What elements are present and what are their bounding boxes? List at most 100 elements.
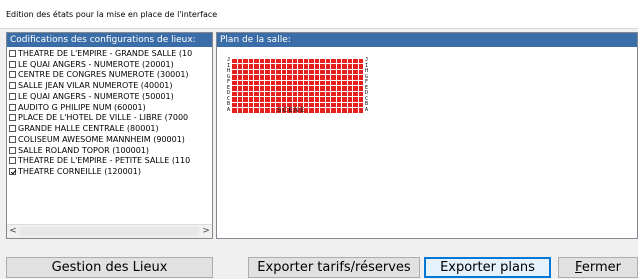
venue-config-header: Codifications des configurations de lieu…	[7, 33, 212, 47]
checkbox[interactable]	[9, 82, 16, 89]
seat	[281, 97, 286, 102]
seat	[303, 58, 308, 63]
close-button[interactable]: Fermer	[558, 257, 638, 278]
seat	[309, 108, 314, 113]
seat	[303, 86, 308, 91]
export-rates-button[interactable]: Exporter tarifs/réserves	[248, 257, 420, 278]
seat	[336, 91, 341, 96]
seat	[314, 58, 319, 63]
list-item[interactable]: AUDITO G PHILIPE NUM (60001)	[7, 103, 212, 113]
checkbox[interactable]	[9, 103, 16, 111]
seat	[232, 69, 237, 74]
checkbox[interactable]	[9, 49, 16, 57]
list-item-label: AUDITO G PHILIPE NUM (60001)	[18, 102, 146, 112]
seat	[248, 91, 253, 96]
seat	[342, 58, 347, 63]
scroll-right-icon[interactable]: >	[200, 225, 212, 238]
checkbox[interactable]	[9, 60, 16, 68]
seat	[287, 58, 292, 63]
seat	[353, 97, 358, 102]
seat	[347, 75, 352, 80]
seat	[358, 64, 363, 69]
seat	[292, 75, 297, 80]
scrollbar-track[interactable]	[20, 227, 199, 236]
seat	[259, 108, 264, 113]
checkbox[interactable]	[9, 92, 16, 100]
seat	[237, 64, 242, 69]
manage-venues-button[interactable]: Gestion des Lieux	[6, 257, 213, 278]
seat	[265, 102, 270, 107]
list-item[interactable]: COLISEUM AWESOME MANNHEIM (90001)	[7, 135, 212, 145]
list-item[interactable]: PLACE DE L'HOTEL DE VILLE - LIBRE (7000	[7, 113, 212, 123]
list-item[interactable]: LE QUAI ANGERS - NUMEROTE (50001)	[7, 92, 212, 102]
horizontal-scrollbar[interactable]: < >	[7, 224, 212, 238]
seat	[331, 108, 336, 113]
list-item[interactable]: SALLE JEAN VILAR NUMEROTE (40001)	[7, 81, 212, 91]
seat	[254, 86, 259, 91]
venue-config-list[interactable]: THEATRE DE L'EMPIRE - GRANDE SALLE (10 LE…	[7, 48, 212, 224]
scroll-left-icon[interactable]: <	[7, 225, 19, 238]
seat	[325, 80, 330, 85]
seat	[353, 102, 358, 107]
checkbox[interactable]	[9, 157, 16, 165]
seat	[276, 91, 281, 96]
seat	[254, 58, 259, 63]
seat	[298, 58, 303, 63]
seat	[292, 91, 297, 96]
seat	[281, 69, 286, 74]
seat	[292, 80, 297, 85]
seat	[336, 58, 341, 63]
seat	[358, 80, 363, 85]
seat	[314, 75, 319, 80]
seat	[309, 58, 314, 63]
seat	[342, 91, 347, 96]
list-item[interactable]: GRANDE HALLE CENTRALE (80001)	[7, 124, 212, 134]
seat	[336, 75, 341, 80]
seat	[292, 86, 297, 91]
seat	[237, 58, 242, 63]
checkbox[interactable]	[9, 125, 16, 132]
seat	[325, 64, 330, 69]
seat	[303, 75, 308, 80]
seat	[237, 86, 242, 91]
seat	[232, 108, 237, 113]
checkbox[interactable]	[9, 114, 16, 122]
list-item[interactable]: LE QUAI ANGERS - NUMEROTE (20001)	[7, 60, 212, 70]
seat	[347, 69, 352, 74]
list-item[interactable]: THEATRE DE L'EMPIRE - PETITE SALLE (110	[7, 156, 212, 166]
seat-row: FF	[226, 80, 369, 86]
list-item[interactable]: THEATRE CORNEILLE (120001)	[7, 167, 212, 177]
seat	[248, 80, 253, 85]
seat	[259, 91, 264, 96]
row-label-left: A	[226, 106, 230, 113]
list-item[interactable]: THEATRE DE L'EMPIRE - GRANDE SALLE (10	[7, 49, 212, 59]
seat	[232, 80, 237, 85]
list-item[interactable]: SALLE ROLAND TOPOR (100001)	[7, 146, 212, 156]
seat	[320, 58, 325, 63]
seat	[254, 97, 259, 102]
seat	[248, 64, 253, 69]
seat	[259, 69, 264, 74]
list-item[interactable]: CENTRE DE CONGRES NUMEROTE (30001)	[7, 70, 212, 80]
seat	[259, 102, 264, 107]
seat	[237, 75, 242, 80]
seat	[243, 86, 248, 91]
seat	[237, 108, 242, 113]
checkbox[interactable]	[9, 146, 16, 154]
seat	[314, 86, 319, 91]
seat	[353, 64, 358, 69]
seat	[353, 86, 358, 91]
seat	[254, 64, 259, 69]
export-plans-button[interactable]: Exporter plans	[424, 257, 551, 278]
seat	[292, 97, 297, 102]
seat	[320, 108, 325, 113]
checkbox[interactable]	[9, 135, 16, 143]
seat	[232, 64, 237, 69]
seat	[342, 86, 347, 91]
seat	[309, 64, 314, 69]
checkbox[interactable]	[9, 71, 16, 79]
seat	[298, 97, 303, 102]
checkbox[interactable]	[9, 168, 16, 175]
seat	[265, 58, 270, 63]
seat	[331, 97, 336, 102]
